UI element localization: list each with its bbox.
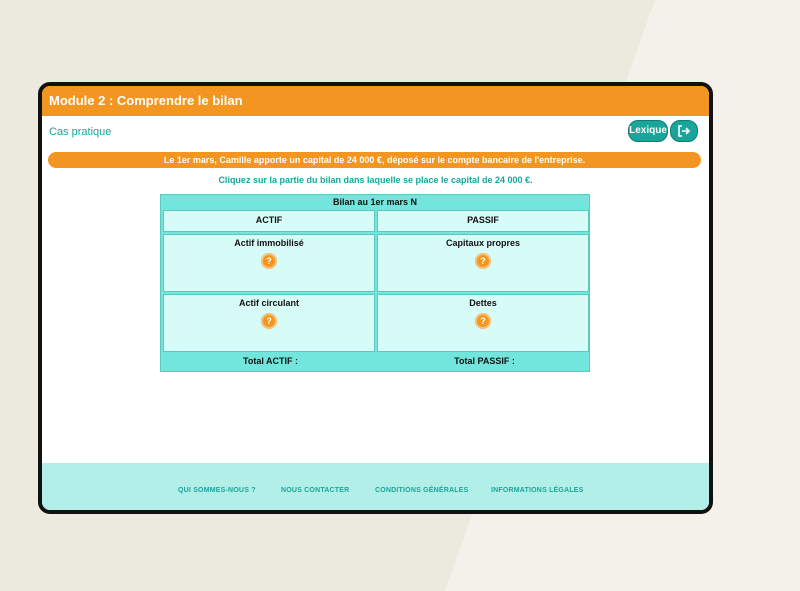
- module-title: Module 2 : Comprendre le bilan: [42, 86, 709, 116]
- footer: QUI SOMMES-NOUS ? NOUS CONTACTER CONDITI…: [42, 463, 709, 510]
- bilan-table: Bilan au 1er mars N ACTIF PASSIF Actif i…: [160, 194, 590, 372]
- zone-label: Capitaux propres: [445, 238, 521, 248]
- help-icon[interactable]: ?: [475, 313, 491, 329]
- footer-link-about[interactable]: QUI SOMMES-NOUS ?: [178, 487, 256, 494]
- exit-icon: [678, 125, 691, 137]
- help-icon[interactable]: ?: [475, 253, 491, 269]
- zone-capitaux-propres[interactable]: Capitaux propres ?: [377, 234, 589, 292]
- section-label: Cas pratique: [49, 126, 112, 138]
- footer-link-contact[interactable]: NOUS CONTACTER: [281, 487, 349, 494]
- exit-button[interactable]: [670, 120, 698, 142]
- zone-dettes[interactable]: Dettes ?: [377, 294, 589, 352]
- actif-header: ACTIF: [163, 210, 375, 232]
- bilan-title: Bilan au 1er mars N: [332, 197, 418, 207]
- help-icon[interactable]: ?: [261, 313, 277, 329]
- instruction-text: Cliquez sur la partie du bilan dans laqu…: [218, 175, 533, 185]
- zone-label: Dettes: [469, 298, 497, 308]
- zone-label: Actif immobilisé: [234, 238, 304, 248]
- zone-label: Actif circulant: [238, 298, 299, 308]
- footer-link-legal[interactable]: INFORMATIONS LÉGALES: [491, 487, 584, 494]
- lexique-button[interactable]: Lexique: [628, 120, 668, 142]
- help-icon[interactable]: ?: [261, 253, 277, 269]
- zone-actif-immobilise[interactable]: Actif immobilisé ?: [163, 234, 375, 292]
- scenario-banner: Le 1er mars, Camille apporte un capital …: [48, 152, 701, 168]
- passif-header: PASSIF: [377, 210, 589, 232]
- app-window: Module 2 : Comprendre le bilan Cas prati…: [38, 82, 713, 514]
- total-passif: Total PASSIF :: [454, 356, 515, 366]
- zone-actif-circulant[interactable]: Actif circulant ?: [163, 294, 375, 352]
- total-actif: Total ACTIF :: [243, 356, 298, 366]
- footer-link-terms[interactable]: CONDITIONS GÉNÉRALES: [375, 487, 468, 494]
